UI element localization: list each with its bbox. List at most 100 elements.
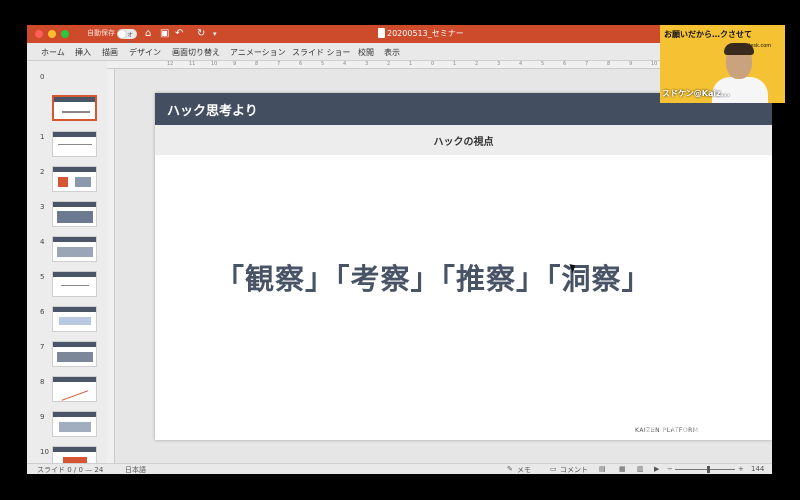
thumb-header [53,377,96,382]
slide-thumbnail[interactable] [52,166,97,192]
thumb-image [59,317,91,325]
comments-icon[interactable]: ▭ [550,465,557,473]
ruler-tick: 10 [211,61,218,67]
ruler-tick: 1 [453,61,457,67]
ruler-tick: 5 [321,61,325,67]
thumb-image [58,177,68,187]
thumb-header [53,447,96,452]
autosave-toggle[interactable]: オフ [117,29,137,48]
thumb-header [53,202,96,207]
ruler-tick: 9 [233,61,237,67]
current-slide[interactable]: ハック思考より ハックの視点 「観察」「考察」「推察」「洞察」 KAIZEN P… [155,93,772,440]
tab-view[interactable]: 表示 [384,47,400,58]
slide-number: 9 [40,413,45,421]
thumb-header [53,237,96,242]
document-icon [378,28,385,38]
slide-number: 10 [40,448,49,456]
letterbox-top [0,0,800,25]
thumb-header [53,342,96,347]
ruler-tick: 7 [277,61,281,67]
zoom-watermark-logo: zoom [640,412,734,447]
screen-share-window: 自動保存 オフ ⌂ ▣ ↶ ↻ ▾ 20200513_セミナー ホーム 挿入 描… [0,0,800,500]
comments-button[interactable]: コメント [560,465,588,474]
slide-thumbnail[interactable] [52,271,97,297]
autosave-label: 自動保存 [87,29,115,37]
thumb-image [57,211,93,223]
ruler-tick: 4 [519,61,523,67]
ruler-tick: 2 [387,61,391,67]
save-icon[interactable]: ▣ [160,27,169,41]
ruler-tick: 5 [541,61,545,67]
slide-thumbnail[interactable] [52,131,97,157]
reading-view-icon[interactable]: ▥ [637,465,644,473]
thumb-image [59,422,91,432]
slide-subtitle: ハックの視点 [433,137,494,148]
ruler-tick: 6 [299,61,303,67]
slide-thumbnail-pane: 0 1 2 3 4 5 6 7 8 9 10 [27,61,107,472]
thumb-header [53,307,96,312]
ruler-tick: 3 [365,61,369,67]
close-window-button[interactable] [35,30,43,38]
slide-title: ハック思考より [167,104,258,119]
ruler-tick: 8 [255,61,259,67]
thumb-header [53,412,96,417]
zoom-out-button[interactable]: − [667,465,673,473]
thumb-header [53,272,96,277]
slide-number: 0 [40,73,45,81]
tab-animations[interactable]: アニメーション [230,47,286,58]
slideshow-icon[interactable]: ▶ [654,465,659,473]
maximize-window-button[interactable] [61,30,69,38]
ruler-tick: 2 [475,61,479,67]
ruler-tick: 10 [651,61,658,67]
ruler-tick: 0 [431,61,435,67]
slide-thumbnail[interactable] [52,306,97,332]
thumb-header [54,97,95,102]
slide-sorter-icon[interactable]: ▦ [619,465,626,473]
tab-home[interactable]: ホーム [41,47,65,58]
slide-thumbnail-selected[interactable] [52,95,97,121]
normal-view-icon[interactable]: ▤ [599,465,606,473]
ruler-tick: 1 [409,61,413,67]
slide-thumbnail[interactable] [52,341,97,367]
tab-draw[interactable]: 描画 [102,47,118,58]
slide-thumbnail[interactable] [52,201,97,227]
thumb-header [53,167,96,172]
language-indicator[interactable]: 日本語 [125,465,146,474]
letterbox-left [0,25,27,474]
slide-thumbnail[interactable] [52,236,97,262]
tab-review[interactable]: 校閲 [358,47,374,58]
slide-number: 5 [40,273,45,281]
customize-toolbar-icon[interactable]: ▾ [213,27,217,41]
slide-number: 6 [40,308,45,316]
thumb-chart [61,390,89,401]
ruler-tick: 3 [497,61,501,67]
home-icon[interactable]: ⌂ [145,27,151,41]
minimize-window-button[interactable] [48,30,56,38]
status-bar: スライド 0 / 0 — 24 日本語 ✎ メモ ▭ コメント ▤ ▦ ▥ ▶ … [27,463,772,474]
participant-name-label: スドケン@Kaiz... [662,89,730,98]
zoom-slider-track[interactable] [675,469,735,470]
thumb-image [75,177,91,187]
thumb-text [58,144,92,145]
tab-design[interactable]: デザイン [129,47,161,58]
slide-number: 3 [40,203,45,211]
notes-button[interactable]: メモ [517,465,531,474]
tab-slideshow[interactable]: スライド ショー [292,47,351,58]
redo-icon[interactable]: ↻ [197,27,205,41]
thumb-image [57,352,93,362]
participant-video-tile[interactable]: お願いだから…クさせて unusdesk.com スドケン@Kaiz... [660,25,785,103]
slide-thumbnail[interactable] [52,376,97,402]
thumb-image [57,247,93,257]
tab-transitions[interactable]: 画面切り替え [172,47,220,58]
slide-number: 4 [40,238,45,246]
zoom-percentage[interactable]: 144 [751,465,764,473]
letterbox-bottom [0,474,800,500]
slide-number: 7 [40,343,45,351]
slide-thumbnail[interactable] [52,411,97,437]
undo-icon[interactable]: ↶ [175,27,183,41]
zoom-slider-handle[interactable] [707,466,710,473]
notes-icon[interactable]: ✎ [507,465,513,473]
zoom-in-button[interactable]: + [738,465,744,473]
tab-insert[interactable]: 挿入 [75,47,91,58]
slide-number: 2 [40,168,45,176]
